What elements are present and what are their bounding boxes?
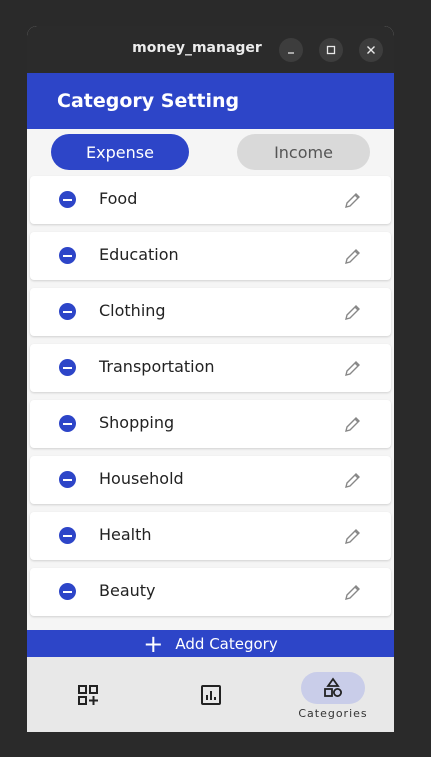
maximize-icon	[326, 45, 336, 55]
edit-icon[interactable]	[343, 470, 363, 490]
window-title: money_manager	[132, 40, 262, 56]
maximize-button[interactable]	[319, 38, 343, 62]
category-row: Clothing	[30, 288, 391, 336]
add-category-label: Add Category	[175, 634, 278, 653]
category-row: Beauty	[30, 568, 391, 616]
remove-icon[interactable]	[59, 583, 76, 600]
app-bar: Category Setting	[27, 73, 394, 129]
remove-icon[interactable]	[59, 471, 76, 488]
add-category-button[interactable]: + Add Category	[27, 630, 394, 657]
tab-income[interactable]: Income	[237, 134, 370, 170]
tab-expense[interactable]: Expense	[51, 134, 189, 170]
edit-icon[interactable]	[343, 246, 363, 266]
category-label: Health	[99, 525, 152, 544]
category-label: Shopping	[99, 413, 175, 432]
category-row: Food	[30, 176, 391, 224]
category-row: Education	[30, 232, 391, 280]
category-row: Health	[30, 512, 391, 560]
add-transaction-grid-icon[interactable]	[77, 684, 99, 706]
remove-icon[interactable]	[59, 303, 76, 320]
category-row: Transportation	[30, 344, 391, 392]
category-label: Food	[99, 189, 138, 208]
title-bar: money_manager	[27, 26, 394, 73]
statistics-icon[interactable]	[200, 684, 222, 706]
edit-icon[interactable]	[343, 358, 363, 378]
remove-icon[interactable]	[59, 191, 76, 208]
remove-icon[interactable]	[59, 415, 76, 432]
edit-icon[interactable]	[343, 302, 363, 322]
category-row: Household	[30, 456, 391, 504]
categories-icon	[324, 677, 342, 697]
category-label: Education	[99, 245, 179, 264]
edit-icon[interactable]	[343, 526, 363, 546]
category-row: Shopping	[30, 400, 391, 448]
remove-icon[interactable]	[59, 359, 76, 376]
minimize-icon	[288, 52, 294, 54]
nav-label-categories: Categories	[298, 707, 368, 720]
minimize-button[interactable]	[279, 38, 303, 62]
page-title: Category Setting	[57, 90, 240, 112]
app-window: money_manager Category Setting Expense I…	[27, 26, 394, 732]
edit-icon[interactable]	[343, 414, 363, 434]
category-label: Transportation	[99, 357, 215, 376]
category-label: Household	[99, 469, 184, 488]
bottom-nav: Categories	[27, 657, 394, 732]
category-label: Beauty	[99, 581, 156, 600]
edit-icon[interactable]	[343, 582, 363, 602]
tab-bar: Expense Income	[27, 129, 394, 176]
plus-icon: +	[143, 629, 164, 658]
close-button[interactable]	[359, 38, 383, 62]
close-icon	[367, 46, 375, 54]
remove-icon[interactable]	[59, 527, 76, 544]
remove-icon[interactable]	[59, 247, 76, 264]
category-label: Clothing	[99, 301, 166, 320]
edit-icon[interactable]	[343, 190, 363, 210]
